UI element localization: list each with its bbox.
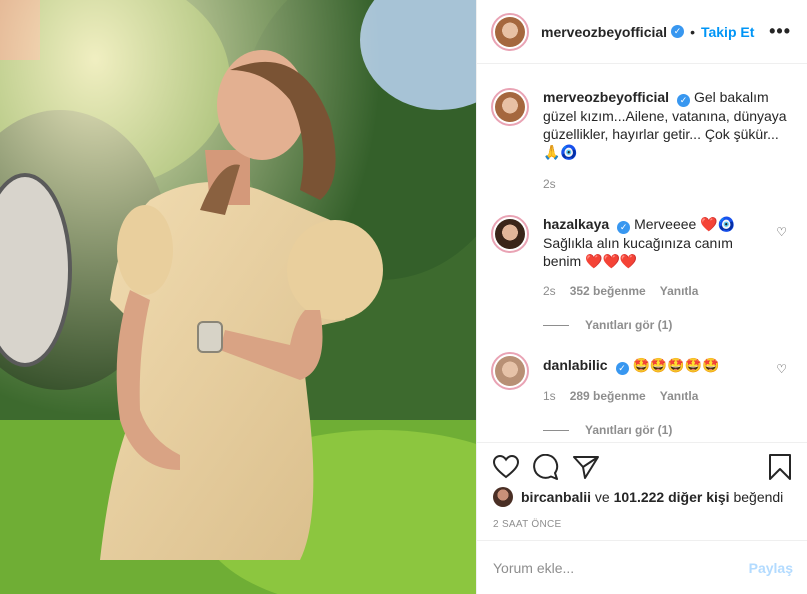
- commenter-avatar[interactable]: [491, 215, 529, 253]
- comment-meta: 1s 289 beğenme Yanıtla: [543, 387, 791, 405]
- comments-list[interactable]: merveozbeyofficial ✓ Gel bakalım güzel kı…: [477, 64, 807, 442]
- author-username[interactable]: merveozbeyofficial: [541, 24, 667, 40]
- action-icons: [493, 443, 791, 491]
- comment-username[interactable]: danlabilic: [543, 357, 608, 373]
- comment-icon[interactable]: [533, 454, 559, 480]
- caption-username[interactable]: merveozbeyofficial: [543, 89, 669, 105]
- caption: merveozbeyofficial ✓ Gel bakalım güzel kı…: [491, 88, 791, 193]
- view-replies-button[interactable]: Yanıtları gör (1): [543, 423, 791, 437]
- likes-suffix: beğendi: [733, 489, 784, 505]
- comment-time[interactable]: 2s: [543, 282, 556, 300]
- post-actions: bircanbalii ve 101.222 diğer kişi beğend…: [477, 442, 807, 542]
- verified-icon: ✓: [671, 25, 685, 38]
- likes-count[interactable]: 101.222 diğer kişi: [614, 489, 730, 505]
- post-sidebar: merveozbeyofficial ✓ • Takip Et ••• merv…: [476, 0, 807, 594]
- comment-meta: 2s 352 beğenme Yanıtla: [543, 282, 791, 300]
- replies-divider: [543, 429, 569, 431]
- comment-username[interactable]: hazalkaya: [543, 216, 609, 232]
- comment-body: hazalkaya ✓ Merveeee ❤️🧿 Sağlıkla alın ku…: [543, 215, 791, 300]
- comment-item: danlabilic ✓ 🤩🤩🤩🤩🤩 1s 289 beğenme Yanıtla…: [491, 352, 791, 405]
- comment-text: 🤩🤩🤩🤩🤩: [632, 357, 720, 373]
- comment-heart-icon[interactable]: ♡: [776, 225, 787, 239]
- post-comment-button[interactable]: Paylaş: [749, 560, 793, 576]
- post-timestamp[interactable]: 2 SAAT ÖNCE: [493, 519, 791, 530]
- bookmark-icon[interactable]: [769, 454, 791, 480]
- view-replies-label[interactable]: Yanıtları gör (1): [585, 423, 672, 437]
- comment-input[interactable]: [493, 559, 749, 576]
- comment-likes[interactable]: 352 beğenme: [570, 282, 646, 300]
- likes-summary: bircanbalii ve 101.222 diğer kişi beğend…: [493, 487, 791, 507]
- likes-connector: ve: [594, 489, 610, 505]
- caption-emoji: 🙏🧿: [543, 144, 578, 160]
- liker-avatar[interactable]: [493, 487, 513, 507]
- comment-likes[interactable]: 289 beğenme: [570, 387, 646, 405]
- follow-button[interactable]: Takip Et: [701, 24, 754, 40]
- caption-meta: 2s: [543, 175, 791, 193]
- reply-button[interactable]: Yanıtla: [660, 282, 699, 300]
- verified-icon: ✓: [615, 362, 629, 375]
- heart-icon[interactable]: [493, 455, 519, 479]
- verified-icon: ✓: [677, 94, 691, 107]
- comment-heart-icon[interactable]: ♡: [776, 362, 787, 376]
- comment-body: danlabilic ✓ 🤩🤩🤩🤩🤩 1s 289 beğenme Yanıtla: [543, 352, 791, 405]
- comment-item: hazalkaya ✓ Merveeee ❤️🧿 Sağlıkla alın ku…: [491, 215, 791, 300]
- comment-time[interactable]: 1s: [543, 387, 556, 405]
- view-replies-button[interactable]: Yanıtları gör (1): [543, 318, 791, 332]
- liker-username[interactable]: bircanbalii: [521, 489, 591, 505]
- reply-button[interactable]: Yanıtla: [660, 387, 699, 405]
- author-avatar[interactable]: [491, 12, 529, 51]
- caption-time[interactable]: 2s: [543, 175, 556, 193]
- caption-avatar[interactable]: [491, 88, 529, 126]
- more-icon[interactable]: •••: [769, 21, 791, 42]
- verified-icon: ✓: [617, 221, 631, 234]
- separator-dot: •: [690, 23, 695, 40]
- add-comment-bar: Paylaş: [477, 540, 807, 594]
- caption-body: merveozbeyofficial ✓ Gel bakalım güzel kı…: [543, 88, 791, 193]
- replies-divider: [543, 324, 569, 326]
- post-header: merveozbeyofficial ✓ • Takip Et •••: [477, 0, 807, 64]
- post-photo: [0, 0, 476, 594]
- view-replies-label[interactable]: Yanıtları gör (1): [585, 318, 672, 332]
- share-icon[interactable]: [573, 455, 599, 479]
- commenter-avatar[interactable]: [491, 352, 529, 390]
